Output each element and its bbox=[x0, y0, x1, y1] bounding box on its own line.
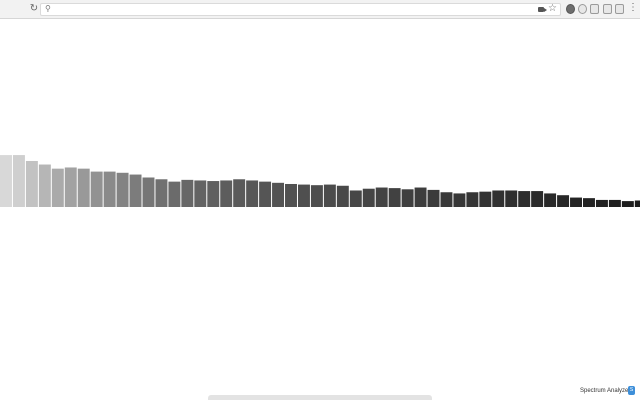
status-label: Spectrum Analyzer bbox=[580, 388, 631, 394]
spectrum-bar bbox=[310, 185, 323, 207]
spectrum-bar bbox=[142, 177, 155, 207]
spectrum-bar bbox=[207, 181, 220, 207]
spectrum-bar bbox=[233, 179, 246, 207]
spectrum-bar bbox=[64, 167, 77, 207]
spectrum-bar bbox=[453, 193, 466, 207]
spectrum-bar bbox=[557, 195, 570, 207]
spectrum-bar bbox=[336, 185, 349, 207]
spectrum-bar bbox=[401, 189, 414, 207]
spectrum-bar bbox=[634, 200, 640, 207]
spectrum-bar bbox=[362, 188, 375, 207]
spectrum-analyzer-icon[interactable]: S bbox=[628, 386, 635, 395]
spectrum-bar bbox=[90, 171, 103, 207]
spectrum-bar bbox=[595, 199, 608, 207]
spectrum-bar bbox=[246, 180, 259, 207]
spectrum-bar bbox=[414, 187, 427, 207]
spectrum-bar bbox=[323, 184, 336, 207]
spectrum-bar bbox=[103, 171, 116, 207]
spectrum-bar bbox=[220, 180, 233, 207]
spectrum-bar bbox=[349, 190, 362, 207]
spectrum-bar bbox=[427, 189, 440, 207]
spectrum-bar bbox=[621, 201, 634, 207]
spectrum-bar bbox=[479, 191, 492, 207]
scroll-indicator bbox=[208, 395, 432, 400]
spectrum-bar bbox=[129, 174, 142, 207]
spectrum-bar bbox=[194, 180, 207, 207]
spectrum-bar bbox=[375, 187, 388, 207]
spectrum-bar bbox=[51, 168, 64, 207]
spectrum-bar bbox=[116, 172, 129, 207]
spectrum-chart bbox=[0, 155, 640, 207]
spectrum-bar bbox=[38, 164, 51, 207]
spectrum-bar bbox=[168, 181, 181, 207]
spectrum-bar bbox=[77, 168, 90, 207]
spectrum-bar bbox=[155, 179, 168, 207]
spectrum-bar bbox=[466, 192, 479, 207]
spectrum-bar bbox=[0, 155, 12, 207]
spectrum-bar bbox=[25, 160, 38, 207]
spectrum-bar bbox=[608, 199, 621, 207]
spectrum-bar bbox=[505, 190, 518, 207]
spectrum-bar bbox=[388, 188, 401, 207]
spectrum-bar bbox=[297, 184, 310, 207]
spectrum-bar bbox=[285, 183, 297, 207]
spectrum-bar bbox=[518, 191, 531, 207]
spectrum-bar bbox=[272, 182, 285, 207]
spectrum-bar bbox=[570, 197, 582, 207]
spectrum-bar bbox=[440, 192, 453, 207]
spectrum-bar bbox=[259, 181, 272, 207]
spectrum-bar bbox=[12, 155, 25, 207]
spectrum-bar bbox=[583, 198, 595, 207]
spectrum-bar bbox=[531, 191, 544, 207]
spectrum-bar bbox=[181, 179, 194, 207]
spectrum-bar bbox=[492, 190, 505, 207]
spectrum-bar bbox=[544, 193, 557, 207]
